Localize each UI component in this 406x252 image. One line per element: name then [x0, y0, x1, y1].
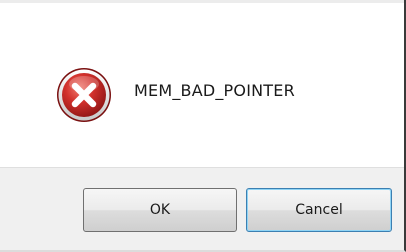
error-icon: [57, 68, 111, 122]
error-dialog: MEM_BAD_POINTER OK Cancel: [0, 0, 406, 252]
button-bar: OK Cancel: [0, 167, 404, 250]
ok-button[interactable]: OK: [83, 188, 237, 232]
cancel-button[interactable]: Cancel: [246, 188, 392, 232]
dialog-content: MEM_BAD_POINTER: [0, 3, 404, 167]
error-message: MEM_BAD_POINTER: [134, 81, 295, 100]
